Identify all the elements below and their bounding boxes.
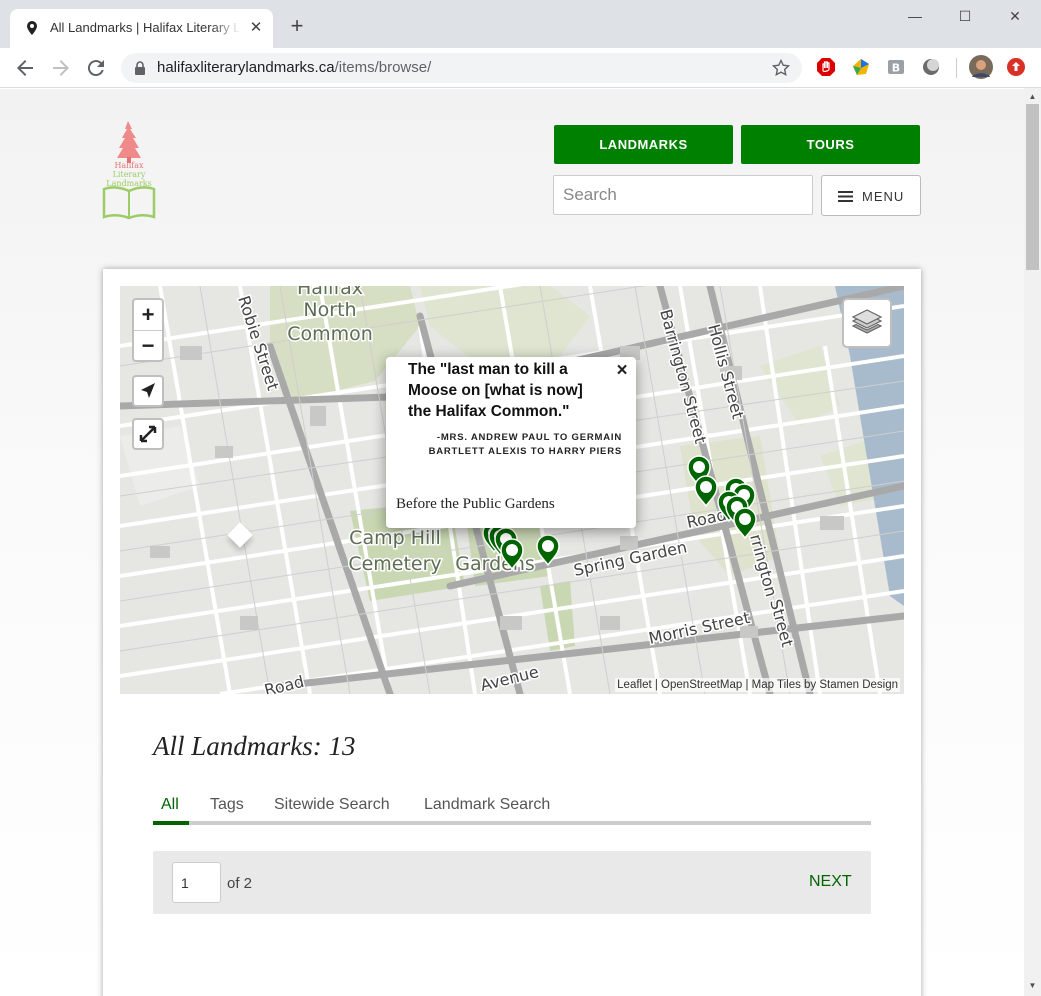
reload-icon[interactable] (84, 56, 108, 80)
browser-titlebar: All Landmarks | Halifax Literary Landmar… (0, 0, 1041, 48)
forward-arrow-icon[interactable] (49, 56, 73, 80)
locate-button[interactable] (132, 375, 164, 407)
popup-attribution: -MRS. ANDREW PAUL TO GERMAIN BARTLETT AL… (428, 432, 622, 457)
menu-label: MENU (862, 189, 905, 204)
address-bar[interactable]: halifaxliterarylandmarks.ca/items/browse… (121, 53, 802, 83)
profile-avatar-icon[interactable] (969, 55, 993, 79)
popup-close-button[interactable]: × (612, 361, 632, 381)
tab-close-icon[interactable]: ✕ (247, 19, 265, 37)
site-logo[interactable]: Halifax Literary Landmarks (101, 119, 159, 221)
new-tab-button[interactable]: + (287, 15, 307, 37)
tab-sitewide-search[interactable]: Sitewide Search (274, 796, 390, 814)
menu-button[interactable]: MENU (821, 175, 921, 216)
svg-text:Cemetery: Cemetery (348, 553, 441, 575)
page-scrollbar[interactable]: ▲ ▼ (1024, 88, 1041, 996)
svg-text:B: B (892, 62, 900, 75)
zoom-in-button[interactable]: + (134, 300, 162, 330)
bookmark-star-icon[interactable] (771, 58, 791, 78)
fullscreen-button[interactable] (132, 418, 164, 450)
landmark-popup: × The "last man to kill a Moose on [what… (386, 357, 636, 528)
active-tab-indicator (153, 821, 189, 825)
scroll-up-icon[interactable]: ▲ (1028, 92, 1037, 101)
maximize-icon[interactable]: ☐ (953, 6, 977, 26)
location-arrow-icon (141, 383, 155, 398)
search-input[interactable] (553, 175, 813, 215)
pagination: of 2 NEXT (153, 851, 871, 914)
svg-text:Gardens: Gardens (455, 553, 535, 575)
scroll-down-icon[interactable]: ▼ (1028, 981, 1037, 990)
adblock-extension-icon[interactable] (816, 57, 836, 77)
content-card: Halifax North Common Camp Hill Cemetery … (103, 269, 921, 996)
popup-quote: The "last man to kill a Moose on [what i… (408, 361, 583, 420)
svg-text:Halifax: Halifax (297, 286, 363, 299)
tab-all[interactable]: All (161, 796, 179, 814)
scroll-thumb[interactable] (1026, 104, 1039, 270)
svg-text:Camp Hill: Camp Hill (349, 527, 441, 549)
zoom-out-button[interactable]: − (134, 330, 162, 360)
tab-title: All Landmarks | Halifax Literary Landmar… (50, 20, 240, 35)
zoom-control: + − (132, 298, 164, 362)
page-number-input[interactable] (172, 862, 221, 903)
close-window-icon[interactable]: ✕ (1003, 6, 1027, 26)
layers-icon (851, 309, 883, 334)
lock-icon (135, 61, 145, 75)
svg-text:Common: Common (287, 323, 373, 345)
page: Halifax Literary Landmarks LANDMARKS TOU… (0, 89, 1024, 996)
color-extension-icon[interactable] (851, 57, 871, 77)
tours-nav-button[interactable]: TOURS (741, 125, 920, 164)
page-title: All Landmarks: 13 (153, 731, 356, 761)
toolbar-divider (956, 58, 957, 78)
bold-extension-icon[interactable]: B (886, 57, 906, 77)
map-pin-icon (27, 21, 37, 35)
svg-text:Literary: Literary (113, 170, 146, 179)
popup-caption-link[interactable]: Before the Public Gardens (396, 496, 555, 513)
fullscreen-icon (139, 425, 157, 443)
browser-toolbar: halifaxliterarylandmarks.ca/items/browse… (0, 48, 1041, 88)
page-total: of 2 (227, 875, 253, 892)
browser-tab[interactable]: All Landmarks | Halifax Literary Landmar… (10, 9, 273, 48)
update-icon[interactable] (1006, 57, 1026, 77)
tab-landmark-search[interactable]: Landmark Search (424, 796, 550, 814)
landmarks-nav-button[interactable]: LANDMARKS (554, 125, 733, 164)
theme-extension-icon[interactable] (921, 57, 941, 77)
browse-tabs: All Tags Sitewide Search Landmark Search (153, 796, 871, 825)
url-text: halifaxliterarylandmarks.ca/items/browse… (157, 59, 432, 76)
minimize-icon[interactable]: — (903, 6, 927, 26)
hamburger-icon (838, 191, 853, 202)
back-arrow-icon[interactable] (13, 56, 37, 80)
layers-button[interactable] (842, 298, 892, 348)
tab-tags[interactable]: Tags (210, 796, 244, 814)
next-page-link[interactable]: NEXT (809, 873, 852, 891)
svg-text:Halifax: Halifax (114, 161, 144, 170)
landmarks-map[interactable]: Halifax North Common Camp Hill Cemetery … (120, 286, 904, 694)
map-attribution[interactable]: Leaflet | OpenStreetMap | Map Tiles by S… (615, 678, 900, 692)
svg-text:North: North (303, 299, 356, 321)
